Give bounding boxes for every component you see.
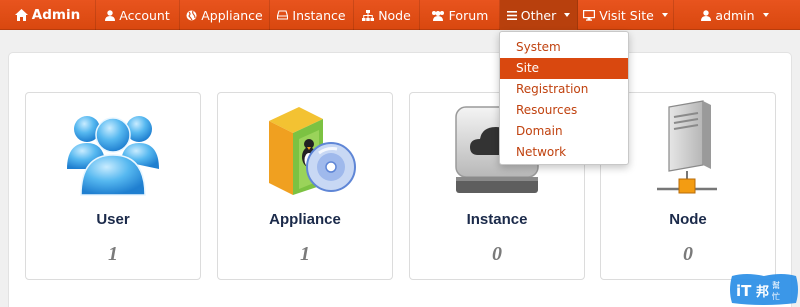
- nav-instance[interactable]: Instance: [270, 0, 354, 30]
- list-icon: [506, 10, 517, 20]
- users-icon: [67, 116, 159, 196]
- menu-item-site[interactable]: Site: [500, 58, 628, 79]
- software-box-icon: [269, 107, 356, 195]
- menu-item-resources[interactable]: Resources: [500, 100, 628, 121]
- menu-item-registration[interactable]: Registration: [500, 79, 628, 100]
- brand-admin[interactable]: Admin: [0, 0, 96, 30]
- svg-text:忙: 忙: [772, 291, 780, 301]
- card-node-title: Node: [669, 211, 707, 228]
- card-instance-count: 0: [492, 243, 502, 265]
- card-user-title: User: [96, 211, 130, 228]
- card-appliance[interactable]: Appliance 1: [217, 92, 393, 280]
- nav-other-label: Other: [520, 7, 557, 23]
- menu-item-network[interactable]: Network: [500, 142, 628, 163]
- nav-node-label: Node: [378, 7, 411, 23]
- nav-instance-label: Instance: [292, 7, 346, 23]
- nav-appliance[interactable]: Appliance: [180, 0, 270, 30]
- card-node-count: 0: [683, 243, 693, 265]
- svg-text:幫: 幫: [772, 280, 780, 290]
- sitemap-icon: [362, 9, 375, 21]
- nav-visit-site-label: Visit Site: [599, 7, 654, 23]
- chevron-down-icon: [762, 13, 769, 17]
- ithome-watermark-logo: iT 邦 幫 忙: [728, 272, 800, 307]
- user-icon: [105, 9, 116, 21]
- user-icon: [701, 9, 712, 21]
- brand-label: Admin: [31, 7, 81, 23]
- other-dropdown-menu: System Site Registration Resources Domai…: [499, 31, 629, 165]
- svg-text:邦: 邦: [756, 284, 769, 300]
- nav-node[interactable]: Node: [354, 0, 420, 30]
- nav-visit-site[interactable]: Visit Site: [578, 0, 674, 30]
- nav-forum[interactable]: Forum: [420, 0, 500, 30]
- card-instance-title: Instance: [466, 211, 528, 228]
- chevron-down-icon: [564, 13, 571, 17]
- nav-forum-label: Forum: [448, 7, 489, 23]
- globe-icon: [186, 10, 197, 20]
- top-navbar: Admin Account Appliance Instance Node Fo…: [0, 0, 800, 30]
- server-network-icon: [657, 100, 717, 194]
- card-appliance-title: Appliance: [269, 211, 341, 228]
- svg-text:iT: iT: [736, 282, 752, 300]
- menu-item-domain[interactable]: Domain: [500, 121, 628, 142]
- nav-other[interactable]: Other: [500, 0, 578, 30]
- nav-user-label: admin: [715, 7, 755, 23]
- hdd-icon: [277, 10, 289, 20]
- home-icon: [14, 9, 28, 21]
- menu-item-system[interactable]: System: [500, 37, 628, 58]
- nav-account[interactable]: Account: [96, 0, 180, 30]
- card-user[interactable]: User 1: [25, 92, 201, 280]
- nav-appliance-label: Appliance: [201, 7, 263, 23]
- card-user-count: 1: [108, 243, 118, 265]
- card-appliance-count: 1: [300, 243, 310, 265]
- chevron-down-icon: [661, 13, 668, 17]
- desktop-icon: [583, 9, 596, 21]
- nav-account-label: Account: [119, 7, 170, 23]
- group-icon: [431, 10, 444, 21]
- nav-user-menu[interactable]: admin: [690, 0, 780, 30]
